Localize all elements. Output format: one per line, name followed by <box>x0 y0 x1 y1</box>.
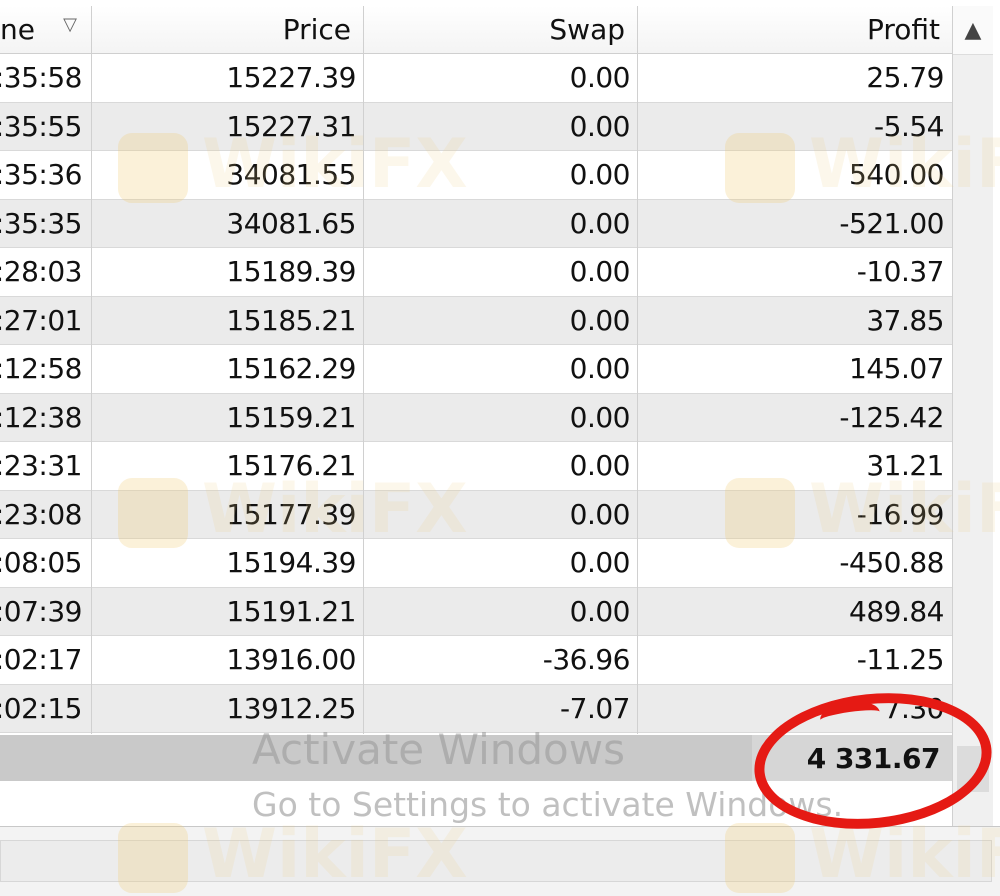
table-row[interactable]: 2:23:31 15176.21 0.00 31.21 <box>0 442 952 491</box>
price-cell: 15162.29 <box>226 352 356 386</box>
column-divider <box>91 6 92 734</box>
column-header-swap[interactable]: Swap <box>364 6 638 54</box>
activate-windows-title: Activate Windows <box>252 725 625 774</box>
total-profit-value: 4 331.67 <box>806 741 941 775</box>
table-row[interactable]: 3:35:55 15227.31 0.00 -5.54 <box>0 102 952 151</box>
profit-cell: -5.54 <box>874 109 944 143</box>
horizontal-scrollbar[interactable] <box>0 840 992 882</box>
column-header-price-label: Price <box>282 13 351 46</box>
vertical-scrollbar[interactable]: ▲ <box>952 6 993 826</box>
column-header-swap-label: Swap <box>549 13 625 46</box>
table-row[interactable]: 3:27:01 15185.21 0.00 37.85 <box>0 296 952 345</box>
price-cell: 13916.00 <box>226 643 356 677</box>
total-profit-cell: 4 331.67 <box>752 735 952 781</box>
time-cell: 2:23:08 <box>0 497 83 531</box>
time-cell: 3:27:01 <box>0 303 83 337</box>
column-header-time-label: ne <box>0 13 35 46</box>
time-cell: 3:35:35 <box>0 206 83 240</box>
table-row[interactable]: 3:12:38 15159.21 0.00 -125.42 <box>0 393 952 442</box>
table-row[interactable]: 3:35:36 34081.55 0.00 540.00 <box>0 151 952 200</box>
price-cell: 34081.55 <box>226 158 356 192</box>
table-row[interactable]: 1:02:17 13916.00 -36.96 -11.25 <box>0 636 952 685</box>
sort-indicator-icon: ▽ <box>63 14 77 35</box>
swap-cell: 0.00 <box>569 206 631 240</box>
price-cell: 15185.21 <box>226 303 356 337</box>
profit-cell: 145.07 <box>849 352 944 386</box>
column-header-price[interactable]: Price <box>92 6 364 54</box>
table-row[interactable]: 3:12:58 15162.29 0.00 145.07 <box>0 345 952 394</box>
profit-cell: 37.85 <box>866 303 944 337</box>
price-cell: 15191.21 <box>226 594 356 628</box>
time-cell: 1:02:15 <box>0 691 83 725</box>
price-cell: 34081.65 <box>226 206 356 240</box>
profit-cell: -11.25 <box>856 643 945 677</box>
time-cell: 1:02:17 <box>0 643 83 677</box>
swap-cell: -36.96 <box>542 643 631 677</box>
column-header-time[interactable]: ne ▽ <box>0 6 92 54</box>
swap-cell: 0.00 <box>569 400 631 434</box>
time-cell: 3:12:38 <box>0 400 83 434</box>
profit-cell: -450.88 <box>839 546 944 580</box>
time-cell: 3:28:03 <box>0 255 83 289</box>
profit-cell: 540.00 <box>849 158 944 192</box>
price-cell: 15194.39 <box>226 546 356 580</box>
table-row[interactable]: 3:35:58 15227.39 0.00 25.79 <box>0 54 952 103</box>
price-cell: 15227.31 <box>226 109 356 143</box>
column-divider <box>637 6 638 734</box>
profit-cell: 7.30 <box>883 691 945 725</box>
time-cell: 3:12:58 <box>0 352 83 386</box>
scroll-up-icon[interactable]: ▲ <box>953 6 993 55</box>
swap-cell: 0.00 <box>569 594 631 628</box>
swap-cell: 0.00 <box>569 109 631 143</box>
time-cell: 3:35:36 <box>0 158 83 192</box>
profit-cell: 25.79 <box>866 61 944 95</box>
profit-cell: -521.00 <box>839 206 944 240</box>
column-header-profit[interactable]: Profit <box>638 6 952 54</box>
scroll-thumb[interactable] <box>957 746 989 792</box>
time-cell: 2:07:39 <box>0 594 83 628</box>
activate-windows-subtitle: Go to Settings to activate Windows. <box>252 785 844 824</box>
swap-cell: 0.00 <box>569 449 631 483</box>
table-row[interactable]: 3:28:03 15189.39 0.00 -10.37 <box>0 248 952 297</box>
table-row[interactable]: 2:23:08 15177.39 0.00 -16.99 <box>0 490 952 539</box>
time-cell: 3:35:55 <box>0 109 83 143</box>
swap-cell: 0.00 <box>569 497 631 531</box>
price-cell: 15177.39 <box>226 497 356 531</box>
swap-cell: 0.00 <box>569 303 631 337</box>
profit-cell: 31.21 <box>866 449 944 483</box>
column-divider <box>363 6 364 734</box>
profit-cell: -125.42 <box>839 400 944 434</box>
time-cell: 3:35:58 <box>0 61 83 95</box>
swap-cell: 0.00 <box>569 61 631 95</box>
price-cell: 15176.21 <box>226 449 356 483</box>
profit-cell: 489.84 <box>849 594 944 628</box>
profit-cell: -16.99 <box>856 497 945 531</box>
swap-cell: 0.00 <box>569 158 631 192</box>
price-cell: 15227.39 <box>226 61 356 95</box>
time-cell: 2:23:31 <box>0 449 83 483</box>
table-row[interactable]: 3:35:35 34081.65 0.00 -521.00 <box>0 199 952 248</box>
price-cell: 15189.39 <box>226 255 356 289</box>
column-header-profit-label: Profit <box>866 13 940 46</box>
swap-cell: 0.00 <box>569 546 631 580</box>
swap-cell: 0.00 <box>569 255 631 289</box>
swap-cell: 0.00 <box>569 352 631 386</box>
table-row[interactable]: 2:07:39 15191.21 0.00 489.84 <box>0 587 952 636</box>
table-row[interactable]: 2:08:05 15194.39 0.00 -450.88 <box>0 539 952 588</box>
profit-cell: -10.37 <box>856 255 945 289</box>
price-cell: 15159.21 <box>226 400 356 434</box>
time-cell: 2:08:05 <box>0 546 83 580</box>
